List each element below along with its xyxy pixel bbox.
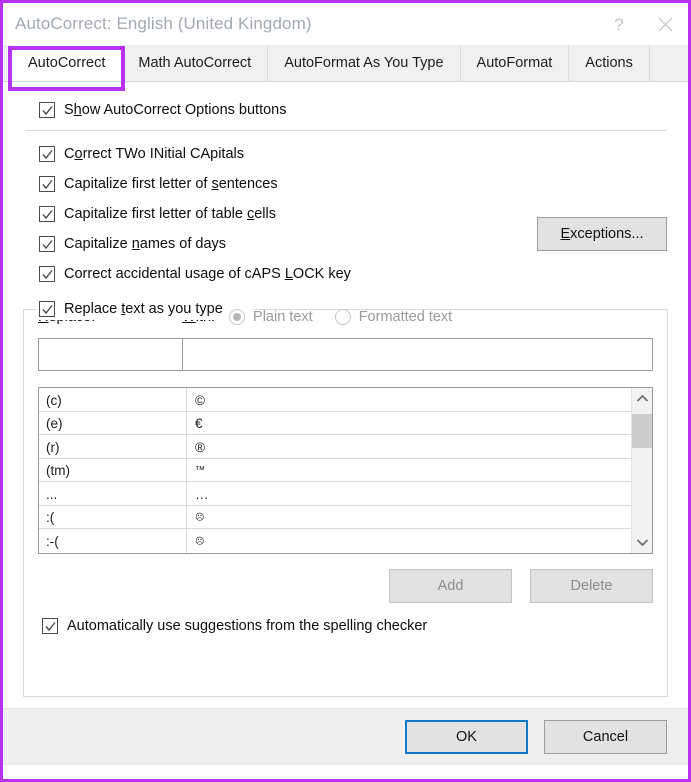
- tab-label: AutoFormat As You Type: [284, 55, 443, 71]
- add-button[interactable]: Add: [389, 569, 512, 603]
- cell-with: ®: [187, 435, 631, 458]
- checkbox-check-icon: [39, 236, 55, 252]
- checkbox-check-icon: [39, 206, 55, 222]
- question-mark-icon: ?: [614, 16, 623, 33]
- scrollbar-thumb[interactable]: [632, 414, 652, 448]
- table-scrollbar[interactable]: [631, 388, 652, 553]
- tab-autoformat-as-you-type[interactable]: AutoFormat As You Type: [268, 45, 460, 81]
- checkbox-label: Correct accidental usage of cAPS LOCK ke…: [64, 266, 351, 282]
- table-row[interactable]: :-( ☹: [39, 529, 631, 553]
- tab-label: AutoFormat: [477, 55, 553, 71]
- table-row[interactable]: (tm) ™: [39, 459, 631, 483]
- dialog-footer: OK Cancel: [3, 708, 688, 765]
- radio-plain-text[interactable]: Plain text: [229, 309, 313, 325]
- cell-replace: :(: [39, 506, 187, 529]
- ok-button[interactable]: OK: [405, 720, 528, 754]
- tab-strip: AutoCorrect Math AutoCorrect AutoFormat …: [3, 45, 688, 82]
- close-button[interactable]: [642, 3, 688, 45]
- replace-text-group: Replace text as you type Replace: With: …: [23, 309, 668, 697]
- radio-label: Formatted text: [359, 309, 452, 325]
- tab-label: AutoCorrect: [28, 55, 105, 71]
- exceptions-label: xceptions...: [570, 226, 643, 242]
- close-icon: [657, 16, 674, 33]
- autocorrect-pane: Show AutoCorrect Options buttons Correct…: [3, 82, 688, 287]
- chevron-up-icon: [636, 390, 649, 408]
- dialog-title: AutoCorrect: English (United Kingdom): [15, 14, 312, 34]
- dialog-body: Show AutoCorrect Options buttons Correct…: [3, 82, 688, 765]
- cell-replace: ...: [39, 482, 187, 505]
- help-button[interactable]: ?: [596, 3, 642, 45]
- table-row[interactable]: :( ☹: [39, 506, 631, 530]
- title-bar: AutoCorrect: English (United Kingdom) ?: [3, 3, 688, 45]
- exceptions-accel: E: [560, 226, 570, 242]
- cell-with: ☹: [187, 529, 631, 553]
- checkbox-label: Replace text as you type: [64, 301, 223, 317]
- chevron-down-icon: [636, 534, 649, 552]
- table-row[interactable]: ... …: [39, 482, 631, 506]
- checkbox-label: Show AutoCorrect Options buttons: [64, 102, 286, 118]
- checkbox-capitalize-first-letter-sentences[interactable]: Capitalize first letter of sentences: [39, 170, 668, 197]
- checkbox-label: Capitalize first letter of table cells: [64, 206, 276, 222]
- table-body: (c) © (e) € (r) ® (tm) ™: [39, 388, 631, 553]
- checkbox-check-icon: [39, 176, 55, 192]
- checkbox-label: Capitalize first letter of sentences: [64, 176, 278, 192]
- cell-replace: (e): [39, 412, 187, 435]
- with-input[interactable]: [183, 339, 652, 370]
- tab-autoformat[interactable]: AutoFormat: [461, 45, 570, 81]
- radio-formatted-text[interactable]: Formatted text: [335, 309, 452, 325]
- table-actions-row: Add Delete: [38, 569, 653, 603]
- tab-label: Actions: [585, 55, 633, 71]
- checkbox-check-icon: [39, 266, 55, 282]
- replace-with-inputs-row: [38, 338, 653, 371]
- replacement-entries-table: (c) © (e) € (r) ® (tm) ™: [38, 387, 653, 554]
- cancel-button[interactable]: Cancel: [544, 720, 667, 754]
- checkbox-check-icon: [39, 301, 55, 317]
- autocorrect-dialog: AutoCorrect: English (United Kingdom) ? …: [0, 0, 691, 782]
- checkbox-label: Correct TWo INitial CApitals: [64, 146, 244, 162]
- checkbox-check-icon: [39, 102, 55, 118]
- scroll-down-button[interactable]: [632, 532, 652, 553]
- checkbox-show-autocorrect-options[interactable]: Show AutoCorrect Options buttons: [39, 96, 668, 123]
- table-row[interactable]: (c) ©: [39, 388, 631, 412]
- checkbox-correct-two-initial-capitals[interactable]: Correct TWo INitial CApitals: [39, 140, 668, 167]
- checkbox-check-icon: [42, 618, 58, 634]
- cell-replace: (r): [39, 435, 187, 458]
- checkbox-label: Capitalize names of days: [64, 236, 226, 252]
- tab-autocorrect[interactable]: AutoCorrect: [11, 45, 122, 81]
- cell-replace: (c): [39, 388, 187, 411]
- checkbox-use-spelling-suggestions[interactable]: Automatically use suggestions from the s…: [42, 618, 653, 634]
- checkbox-correct-caps-lock[interactable]: Correct accidental usage of cAPS LOCK ke…: [39, 260, 668, 287]
- radio-label: Plain text: [253, 309, 313, 325]
- checkbox-label: Automatically use suggestions from the s…: [67, 618, 427, 634]
- cell-with: ™: [187, 459, 631, 482]
- cell-with: ©: [187, 388, 631, 411]
- replace-input[interactable]: [39, 339, 183, 370]
- checkbox-check-icon: [39, 146, 55, 162]
- cell-replace: :-(: [39, 529, 187, 553]
- cell-with: …: [187, 482, 631, 505]
- table-row[interactable]: (r) ®: [39, 435, 631, 459]
- tab-actions[interactable]: Actions: [569, 45, 650, 81]
- cell-with: ☹: [187, 506, 631, 529]
- scroll-up-button[interactable]: [632, 388, 652, 409]
- checkbox-replace-text-as-you-type[interactable]: Replace text as you type: [36, 298, 228, 320]
- section-divider: [25, 130, 666, 131]
- title-bar-buttons: ?: [596, 3, 688, 45]
- tab-label: Math AutoCorrect: [138, 55, 251, 71]
- tab-math-autocorrect[interactable]: Math AutoCorrect: [122, 45, 268, 81]
- delete-button[interactable]: Delete: [530, 569, 653, 603]
- cell-replace: (tm): [39, 459, 187, 482]
- cell-with: €: [187, 412, 631, 435]
- radio-indicator-icon: [335, 309, 351, 325]
- exceptions-button[interactable]: Exceptions...: [537, 217, 667, 251]
- table-row[interactable]: (e) €: [39, 412, 631, 436]
- radio-indicator-icon: [229, 309, 245, 325]
